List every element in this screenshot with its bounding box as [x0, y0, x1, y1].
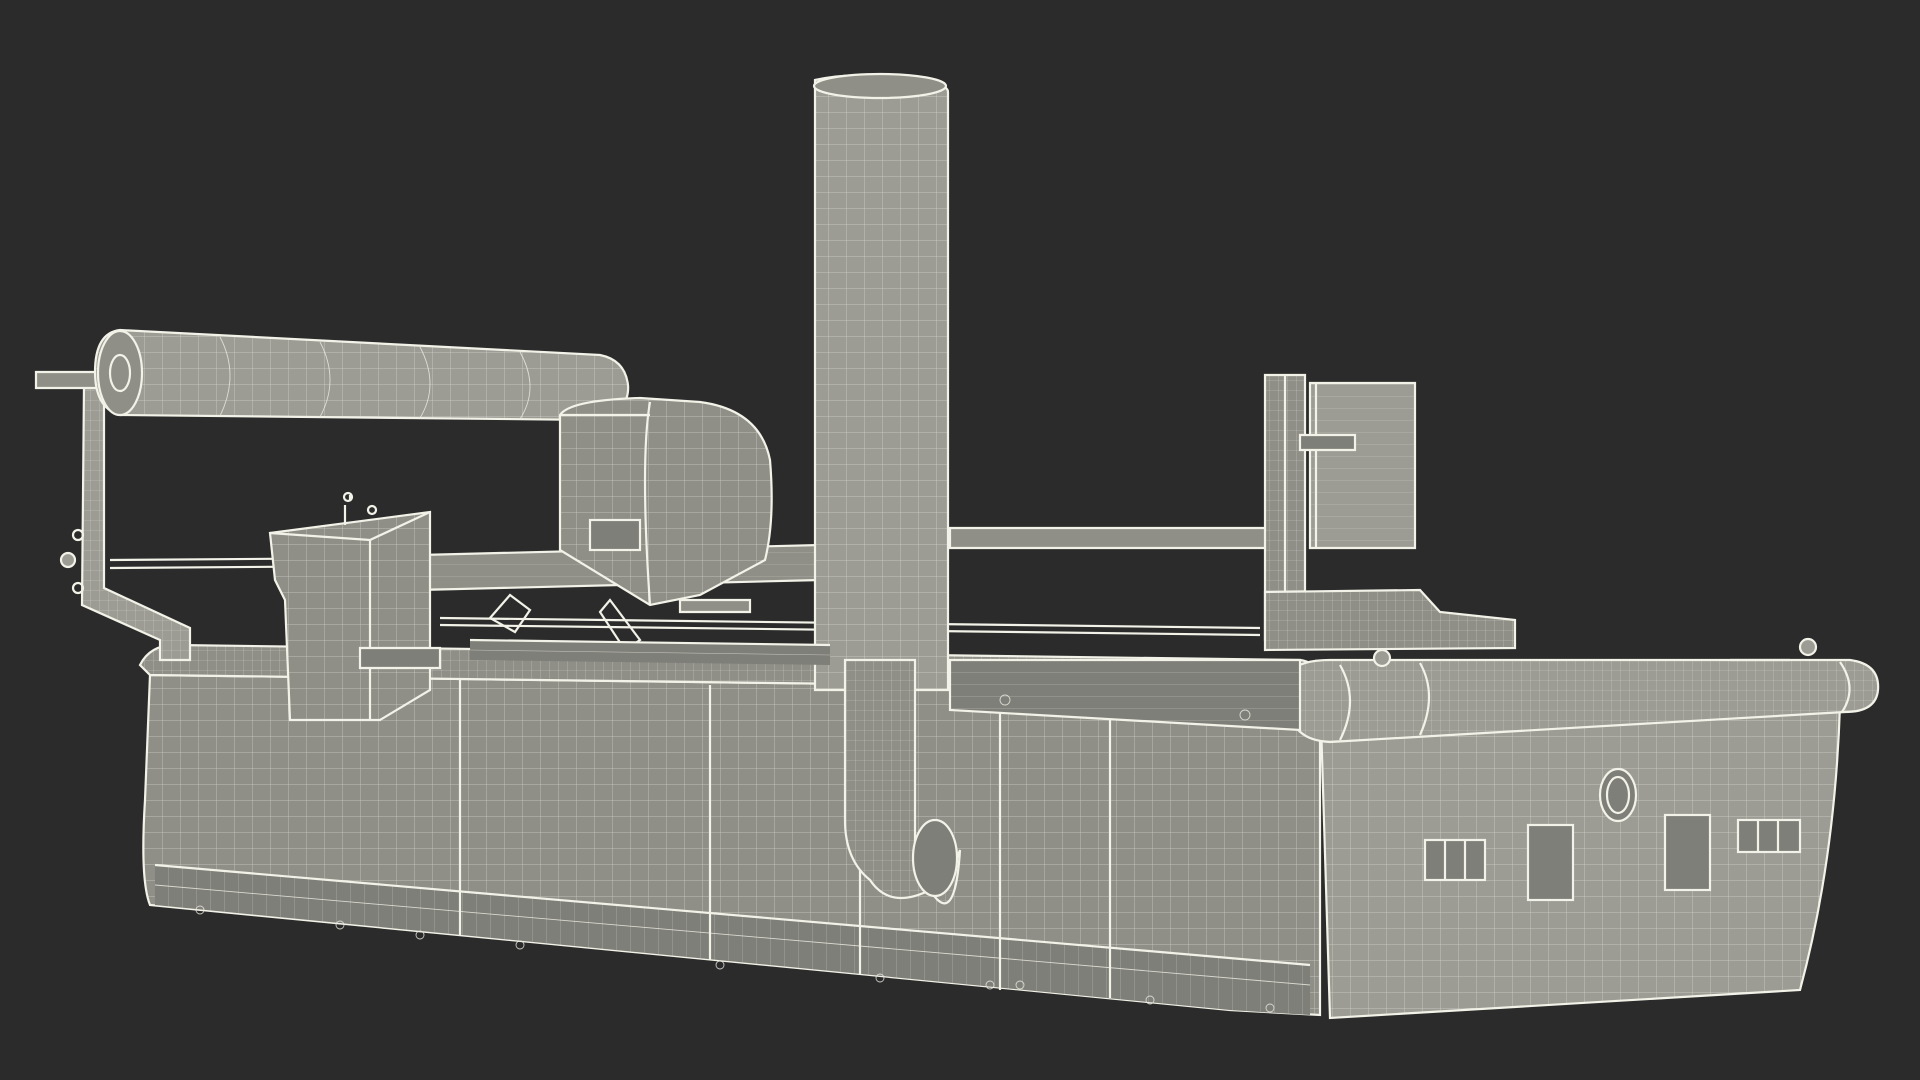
right-panel-assembly [1263, 373, 1517, 652]
fabric-roll-cylinder [93, 328, 630, 422]
wireframe-render-viewport [34, 72, 1880, 1020]
table-body [142, 673, 1322, 1017]
cutting-head [558, 396, 773, 652]
table-end-face [1318, 688, 1842, 1020]
